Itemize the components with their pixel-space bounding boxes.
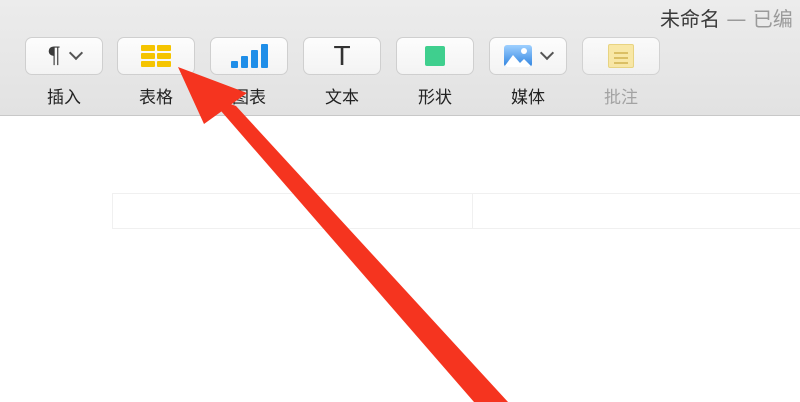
- table-label: 表格: [139, 88, 173, 108]
- insert-label: 插入: [47, 88, 81, 108]
- image-mountain-graphic: [504, 48, 532, 67]
- comment-icon: [608, 44, 634, 68]
- annotation-arrow-shaft: [208, 96, 508, 402]
- chart-button[interactable]: [210, 37, 288, 75]
- chevron-down-icon: [68, 45, 84, 61]
- chevron-down-icon: [539, 45, 555, 61]
- toolbar: 未命名 — 已编 ¶ 插入 表格 图表 T 文本 形状 媒体 批注: [0, 0, 800, 116]
- text-icon: T: [333, 40, 351, 71]
- comment-button[interactable]: [582, 37, 660, 75]
- shape-icon: [425, 46, 445, 66]
- comment-label: 批注: [604, 88, 638, 108]
- shape-button[interactable]: [396, 37, 474, 75]
- media-label: 媒体: [511, 88, 545, 108]
- document-guide-top: [112, 193, 800, 194]
- table-button[interactable]: [117, 37, 195, 75]
- document-status: — 已编: [726, 7, 793, 31]
- paragraph-icon: ¶: [47, 43, 61, 69]
- shape-label: 形状: [418, 88, 452, 108]
- document-name: 未命名: [660, 7, 720, 31]
- document-guide-left: [112, 193, 113, 229]
- chart-icon: [230, 44, 268, 68]
- text-label: 文本: [325, 88, 359, 108]
- document-guide-bottom: [112, 228, 800, 229]
- window-title: 未命名 — 已编: [660, 3, 793, 32]
- insert-button[interactable]: ¶: [25, 37, 103, 75]
- image-icon: [504, 45, 532, 67]
- chart-label: 图表: [232, 88, 266, 108]
- table-icon: [141, 45, 171, 67]
- document-guide-divider: [472, 193, 473, 229]
- media-button[interactable]: [489, 37, 567, 75]
- text-button[interactable]: T: [303, 37, 381, 75]
